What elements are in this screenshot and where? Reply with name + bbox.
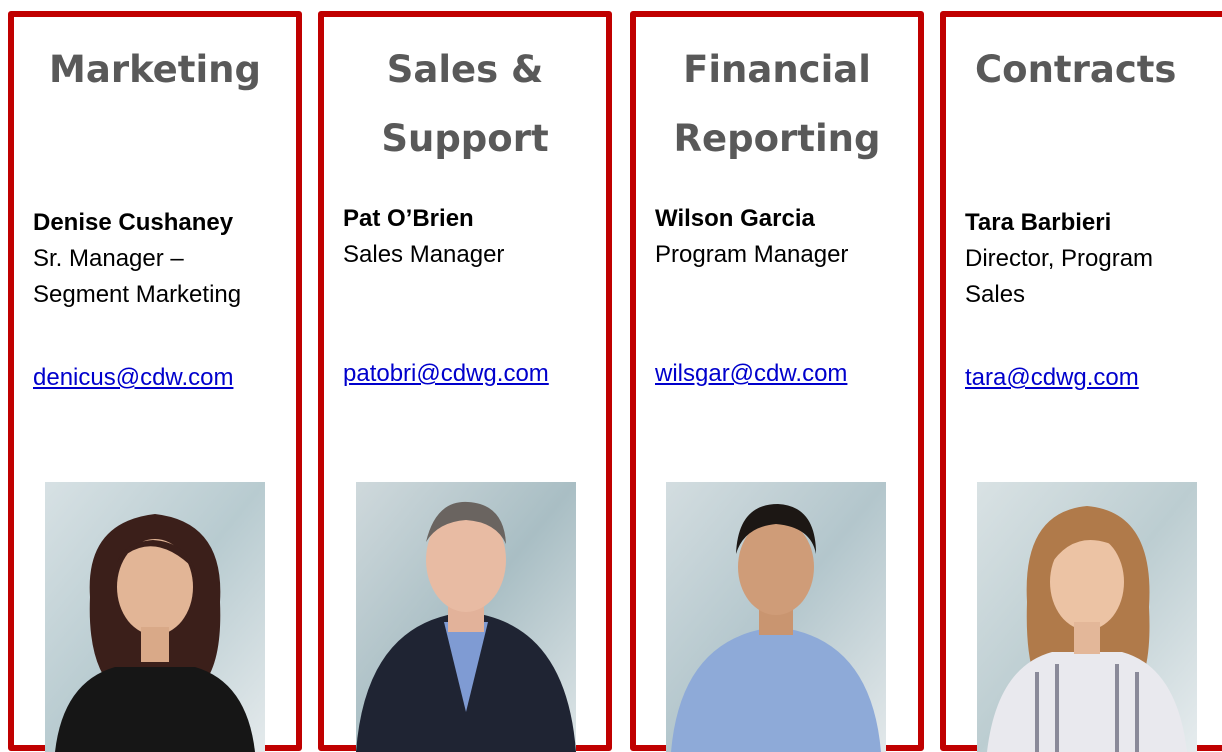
email-link[interactable]: patobri@cdwg.com — [343, 359, 549, 389]
man-portrait-icon — [666, 482, 886, 752]
contact-role: Sales Manager — [343, 241, 505, 268]
department-title: Sales & Support — [381, 48, 549, 160]
contact-card-financial-reporting: Financial Reporting Wilson Garcia Progra… — [630, 11, 924, 752]
contact-role: Director, Program Sales — [965, 245, 1154, 308]
department-title: Marketing — [49, 48, 261, 91]
contact-card-contracts: Contracts Tara Barbieri Director, Progra… — [940, 11, 1222, 752]
contact-info: Wilson Garcia Program Manager — [655, 201, 910, 273]
email-link[interactable]: tara@cdwg.com — [965, 363, 1139, 393]
contact-name: Pat O’Brien — [343, 205, 474, 232]
contact-info: Tara Barbieri Director, Program Sales — [965, 205, 1222, 313]
woman-portrait-icon — [45, 482, 265, 752]
department-title: Financial Reporting — [673, 48, 881, 160]
department-title: Contracts — [975, 48, 1177, 91]
contact-card-sales-support: Sales & Support Pat O’Brien Sales Manage… — [318, 11, 612, 752]
contact-info: Denise Cushaney Sr. Manager – Segment Ma… — [33, 205, 288, 313]
man-portrait-icon — [356, 482, 576, 752]
email-link[interactable]: denicus@cdw.com — [33, 363, 233, 393]
contact-name: Wilson Garcia — [655, 205, 815, 232]
woman-portrait-icon — [977, 482, 1197, 752]
contact-role: Sr. Manager – Segment Marketing — [33, 245, 242, 308]
contact-card-marketing: Marketing Denise Cushaney Sr. Manager – … — [8, 11, 302, 752]
contact-role: Program Manager — [655, 241, 849, 268]
contact-name: Denise Cushaney — [33, 209, 234, 236]
contact-info: Pat O’Brien Sales Manager — [343, 201, 598, 273]
contact-name: Tara Barbieri — [965, 209, 1112, 236]
email-link[interactable]: wilsgar@cdw.com — [655, 359, 847, 389]
